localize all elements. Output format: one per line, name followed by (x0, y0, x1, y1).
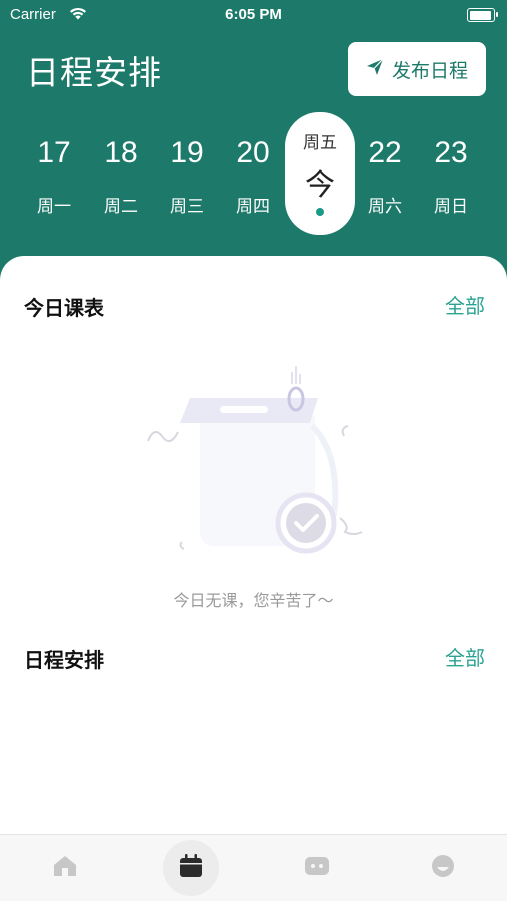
profile-icon (430, 853, 456, 883)
publish-schedule-button[interactable]: 发布日程 (348, 42, 486, 96)
day-date: 19 (170, 136, 204, 169)
send-icon (366, 58, 384, 81)
today-classes-title: 今日课表 (24, 296, 104, 320)
day-date: 23 (434, 136, 468, 169)
tab-bar (0, 834, 507, 901)
home-icon (52, 854, 78, 882)
content-card: 今日课表 全部 今日无课，您辛苦了～ 日程安排 全部 (0, 256, 507, 834)
day-saturday[interactable]: 22 周六 (352, 112, 418, 232)
day-wednesday[interactable]: 19 周三 (154, 112, 220, 232)
day-date: 18 (104, 136, 138, 169)
clock: 6:05 PM (225, 6, 282, 23)
empty-schedule-illustration (140, 356, 370, 566)
day-tuesday[interactable]: 18 周二 (88, 112, 154, 232)
day-thursday[interactable]: 20 周四 (220, 112, 286, 232)
publish-schedule-label: 发布日程 (391, 59, 468, 82)
schedule-section-title: 日程安排 (24, 648, 104, 672)
tab-messages[interactable] (254, 835, 380, 901)
day-weekday: 周二 (104, 197, 138, 217)
day-weekday: 周一 (37, 197, 71, 217)
day-weekday: 周五 (303, 133, 337, 153)
tab-calendar[interactable] (128, 835, 254, 901)
calendar-tab-highlight (163, 840, 219, 896)
page-title: 日程安排 (26, 53, 162, 92)
message-icon (303, 854, 331, 882)
day-monday[interactable]: 17 周一 (21, 112, 87, 232)
day-weekday: 周三 (170, 197, 204, 217)
week-strip: 17 周一 18 周二 19 周三 20 周四 周五 今 22 周六 23 周日 (0, 112, 507, 235)
tab-profile[interactable] (380, 835, 506, 901)
today-classes-all-link[interactable]: 全部 (445, 290, 485, 319)
day-date: 17 (37, 136, 71, 169)
day-weekday: 周日 (434, 197, 468, 217)
day-friday-today[interactable]: 周五 今 (285, 112, 355, 235)
today-indicator-dot (316, 208, 324, 216)
day-date: 20 (236, 136, 270, 169)
day-weekday: 周四 (236, 197, 270, 217)
day-date: 22 (368, 136, 402, 169)
battery-icon (467, 8, 498, 22)
status-bar: Carrier 6:05 PM (0, 0, 507, 30)
schedule-all-link[interactable]: 全部 (445, 642, 485, 671)
day-weekday: 周六 (368, 197, 402, 217)
empty-classes-message: 今日无课，您辛苦了～ (173, 591, 334, 610)
day-date: 今 (305, 168, 335, 203)
tab-home[interactable] (2, 835, 128, 901)
day-sunday[interactable]: 23 周日 (418, 112, 484, 232)
calendar-icon (178, 853, 204, 883)
